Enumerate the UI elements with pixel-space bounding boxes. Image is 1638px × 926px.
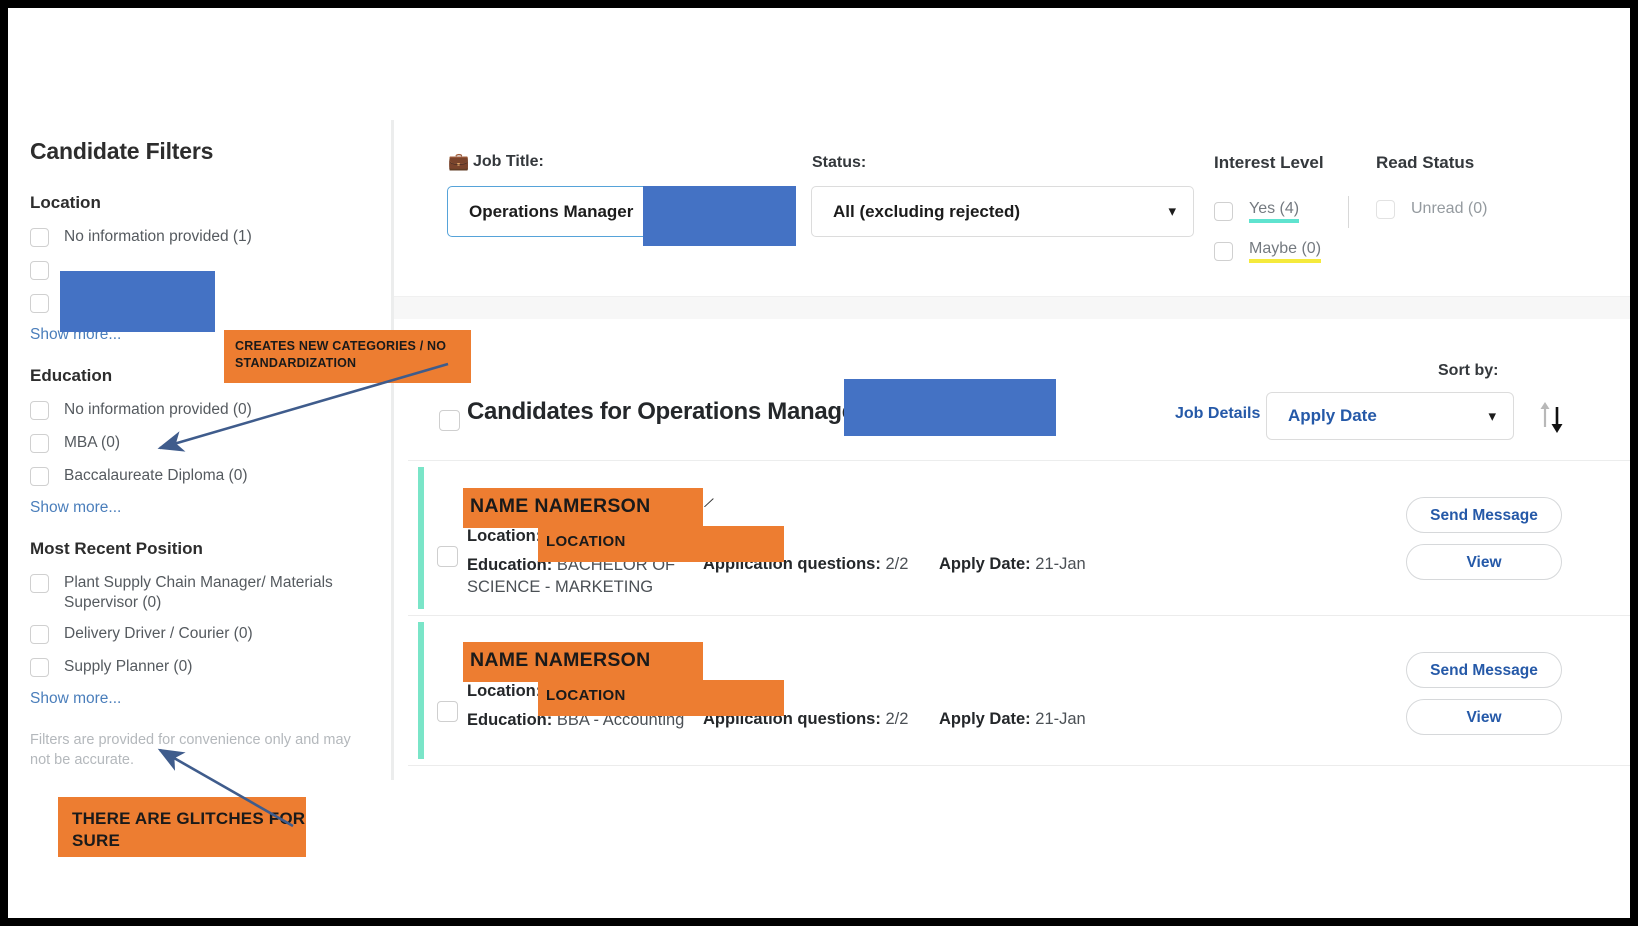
view-button[interactable]: View: [1406, 544, 1562, 580]
interest-option-maybe[interactable]: Maybe (0): [1214, 240, 1321, 263]
candidate-actions: Send Message View: [1406, 497, 1562, 580]
page-top-whitespace: [8, 8, 1630, 120]
annotation-there-are-glitches: THERE ARE GLITCHES FOR SURE: [58, 797, 306, 857]
chevron-down-icon: ▾: [1488, 409, 1496, 424]
sort-by-label: Sort by:: [1438, 362, 1498, 380]
filter-option-label: Plant Supply Chain Manager/ Materials Su…: [22, 573, 369, 613]
chevron-down-icon: ▾: [1168, 204, 1176, 219]
filter-option-education-0[interactable]: No information provided (0): [22, 400, 369, 422]
checkbox-education-0[interactable]: [30, 401, 49, 420]
unread-accent-bar: [418, 467, 424, 609]
apply-date-value: 21-Jan: [1035, 555, 1085, 573]
select-all-candidates-checkbox[interactable]: [439, 410, 460, 431]
filter-option-location-0[interactable]: No information provided (1): [22, 227, 369, 249]
checkbox-location-0[interactable]: [30, 228, 49, 247]
filter-option-label: No information provided (0): [64, 400, 252, 420]
interest-level-label: Interest Level: [1214, 153, 1324, 173]
filter-option-label: Baccalaureate Diploma (0): [64, 466, 248, 486]
redaction-box-job-title: [643, 186, 796, 246]
checkbox-interest-maybe[interactable]: [1214, 242, 1233, 261]
send-message-button[interactable]: Send Message: [1406, 497, 1562, 533]
status-value: All (excluding rejected): [812, 202, 1020, 222]
redacted-candidate-name-2: NAME NAMERSON: [470, 649, 651, 672]
apply-date-value: 21-Jan: [1035, 710, 1085, 728]
filter-bar: 💼 Job Title: Status: Interest Level Read…: [394, 120, 1630, 297]
job-details-link[interactable]: Job Details: [1175, 405, 1260, 423]
redaction-box-sidebar-location: [60, 271, 215, 332]
apply-date-label: Apply Date:: [939, 555, 1031, 573]
location-label: Location:: [467, 527, 541, 545]
status-label: Status:: [812, 154, 866, 172]
show-more-education[interactable]: Show more...: [30, 499, 369, 517]
job-title-label: Job Title:: [473, 153, 544, 171]
sort-arrows-icon[interactable]: [1536, 398, 1570, 436]
redacted-candidate-name-1: NAME NAMERSON: [470, 495, 651, 518]
redaction-box-candidates-title: [844, 379, 1056, 436]
redacted-candidate-location-1: LOCATION: [546, 533, 626, 550]
filter-group-position: Most Recent Position Plant Supply Chain …: [22, 539, 369, 708]
interest-option-label: Yes (4): [1249, 200, 1299, 223]
filter-option-label: No information provided (1): [64, 227, 252, 247]
filter-option-label: Supply Planner (0): [64, 657, 192, 677]
show-more-position[interactable]: Show more...: [30, 690, 369, 708]
candidate-actions: Send Message View: [1406, 652, 1562, 735]
checkbox-location-2[interactable]: [30, 294, 49, 313]
filter-option-education-1[interactable]: MBA (0): [22, 433, 369, 455]
sort-by-select[interactable]: Apply Date ▾: [1266, 392, 1514, 440]
filter-option-position-2[interactable]: Supply Planner (0): [22, 657, 369, 679]
read-option-label: Unread (0): [1411, 200, 1487, 219]
interest-option-label: Maybe (0): [1249, 240, 1321, 263]
interest-read-divider: [1348, 196, 1349, 228]
job-title-value: Operations Manager: [448, 202, 633, 222]
section-separator-band: [394, 297, 1630, 319]
questions-value: 2/2: [885, 555, 908, 573]
checkbox-education-1[interactable]: [30, 434, 49, 453]
apply-date-label: Apply Date:: [939, 710, 1031, 728]
screenshot-frame: Candidate Filters Location No informatio…: [8, 8, 1630, 918]
redacted-candidate-location-2: LOCATION: [546, 687, 626, 704]
filter-group-heading-location: Location: [30, 193, 369, 213]
sort-by-value: Apply Date: [1267, 406, 1377, 426]
unread-accent-bar: [418, 622, 424, 759]
candidates-title: Candidates for Operations Manager: [467, 398, 864, 426]
filter-option-label: MBA (0): [64, 433, 120, 453]
candidate-select-checkbox[interactable]: [437, 546, 458, 567]
briefcase-icon: 💼: [448, 153, 469, 170]
filter-option-label: Delivery Driver / Courier (0): [64, 624, 253, 644]
checkbox-position-2[interactable]: [30, 658, 49, 677]
read-option-unread[interactable]: Unread (0): [1376, 200, 1487, 219]
sidebar-title: Candidate Filters: [30, 138, 369, 165]
filter-option-education-2[interactable]: Baccalaureate Diploma (0): [22, 466, 369, 488]
send-message-button[interactable]: Send Message: [1406, 652, 1562, 688]
interest-option-yes[interactable]: Yes (4): [1214, 200, 1299, 223]
checkbox-position-0[interactable]: [30, 574, 49, 593]
checkbox-interest-yes[interactable]: [1214, 202, 1233, 221]
view-button[interactable]: View: [1406, 699, 1562, 735]
filters-disclaimer: Filters are provided for convenience onl…: [30, 730, 369, 771]
checkbox-read-unread[interactable]: [1376, 200, 1395, 219]
apply-date-field: Apply Date: 21-Jan: [939, 555, 1086, 574]
questions-value: 2/2: [885, 710, 908, 728]
location-label: Location:: [467, 682, 541, 700]
filter-option-position-0[interactable]: Plant Supply Chain Manager/ Materials Su…: [22, 573, 369, 613]
filter-option-position-1[interactable]: Delivery Driver / Courier (0): [22, 624, 369, 646]
status-select[interactable]: All (excluding rejected) ▾: [811, 186, 1194, 237]
candidate-select-checkbox[interactable]: [437, 701, 458, 722]
apply-date-field: Apply Date: 21-Jan: [939, 710, 1086, 729]
checkbox-education-2[interactable]: [30, 467, 49, 486]
checkbox-position-1[interactable]: [30, 625, 49, 644]
filter-group-education: Education No information provided (0) MB…: [22, 366, 369, 517]
annotation-creates-new-categories: CREATES NEW CATEGORIES / NO STANDARDIZAT…: [224, 330, 471, 383]
filter-group-heading-position: Most Recent Position: [30, 539, 369, 559]
read-status-label: Read Status: [1376, 153, 1474, 173]
checkbox-location-1[interactable]: [30, 261, 49, 280]
